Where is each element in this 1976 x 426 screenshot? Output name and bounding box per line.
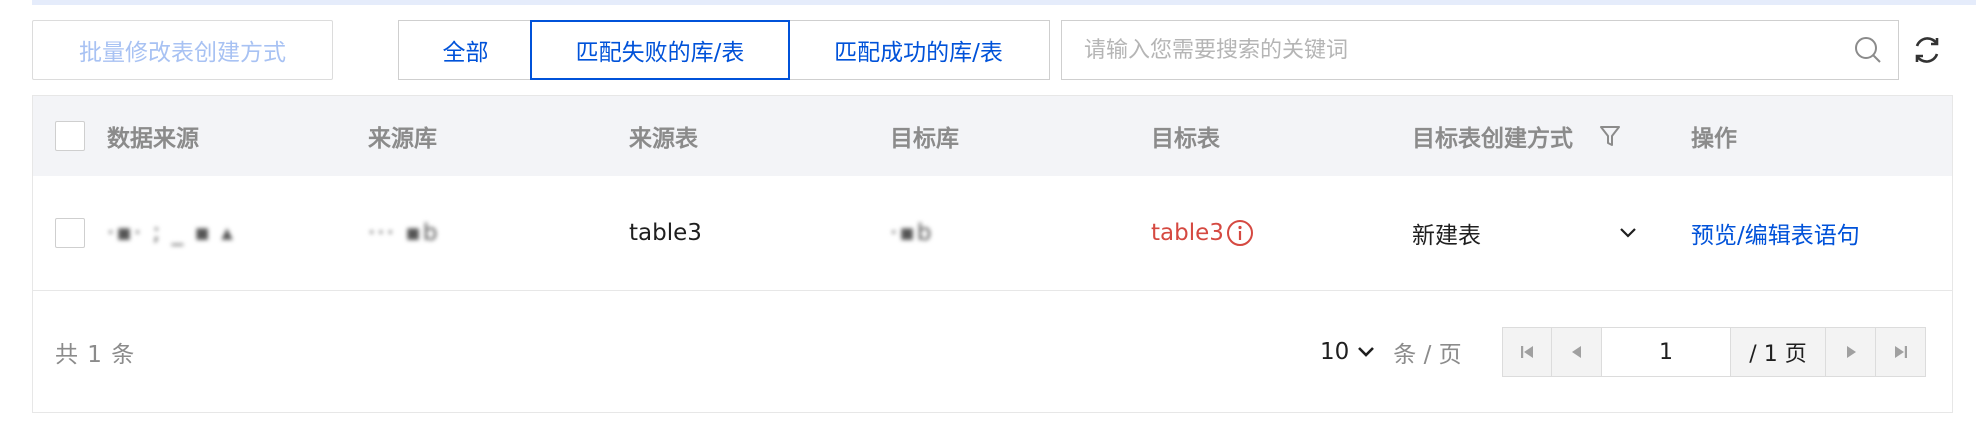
cell-source-db: ··· ▪b — [368, 176, 439, 290]
cell-source: ·▪· ; _ ▪ ▴ — [107, 176, 235, 290]
column-header-source-db: 来源库 — [368, 126, 437, 152]
total-count: 共 1 条 — [55, 341, 136, 368]
column-header-create-mode-label: 目标表创建方式 — [1412, 126, 1573, 152]
target-db-value: ·▪b — [890, 220, 934, 246]
pagination-bar: 共 1 条 10 条 / 页 1 / 1 页 — [33, 291, 1952, 412]
pager: 1 / 1 页 — [1502, 327, 1926, 377]
next-page-button[interactable] — [1826, 327, 1876, 377]
column-header-source: 数据来源 — [107, 126, 199, 152]
cell-target-db: ·▪b — [890, 176, 934, 290]
prev-page-button[interactable] — [1552, 327, 1602, 377]
page-size-unit: 条 / 页 — [1393, 341, 1462, 368]
batch-edit-create-mode-button[interactable]: 批量修改表创建方式 — [32, 20, 333, 80]
select-all-checkbox[interactable] — [55, 121, 85, 151]
source-value: ·▪· ; _ ▪ ▴ — [107, 220, 235, 246]
row-checkbox[interactable] — [55, 218, 85, 248]
page-size-value: 10 — [1320, 338, 1350, 365]
column-header-source-table: 来源表 — [629, 126, 698, 152]
chevron-down-icon — [1618, 226, 1638, 240]
cell-source-table: table3 — [629, 220, 702, 246]
search-icon[interactable] — [1838, 22, 1898, 78]
column-header-create-mode: 目标表创建方式 — [1412, 96, 1621, 176]
page-number-input[interactable]: 1 — [1602, 327, 1730, 377]
preview-edit-statement-link[interactable]: 预览/编辑表语句 — [1691, 176, 1860, 290]
filter-match-failed-button[interactable]: 匹配失败的库/表 — [530, 20, 790, 80]
top-accent-strip — [32, 0, 1976, 5]
search-input[interactable] — [1062, 22, 1838, 78]
filter-icon[interactable] — [1599, 124, 1621, 148]
filter-match-success-button[interactable]: 匹配成功的库/表 — [788, 20, 1050, 80]
prev-page-icon — [1571, 346, 1581, 358]
last-page-icon — [1894, 346, 1907, 358]
cell-target-table: table3 — [1151, 176, 1254, 290]
chevron-down-icon — [1357, 346, 1375, 358]
column-header-target-table: 目标表 — [1151, 126, 1220, 152]
search-box — [1061, 20, 1899, 80]
first-page-icon — [1521, 346, 1533, 358]
create-mode-value: 新建表 — [1412, 223, 1481, 249]
info-icon[interactable] — [1226, 219, 1254, 247]
source-db-value: ··· ▪b — [368, 220, 440, 246]
total-pages: / 1 页 — [1730, 327, 1826, 377]
column-header-target-db: 目标库 — [890, 126, 959, 152]
last-page-button[interactable] — [1876, 327, 1926, 377]
create-mode-select[interactable]: 新建表 — [1412, 176, 1662, 290]
table-row: ·▪· ; _ ▪ ▴ ··· ▪b table3 ·▪b table3 新建表 — [33, 176, 1952, 291]
column-header-action: 操作 — [1691, 126, 1737, 152]
mapping-table: 数据来源 来源库 来源表 目标库 目标表 目标表创建方式 操作 ·▪· ; _ … — [32, 95, 1953, 413]
refresh-icon[interactable] — [1905, 28, 1949, 72]
filter-all-button[interactable]: 全部 — [398, 20, 532, 80]
page-size-select[interactable]: 10 条 / 页 — [1320, 291, 1462, 412]
target-table-value: table3 — [1151, 220, 1224, 246]
first-page-button[interactable] — [1502, 327, 1552, 377]
table-header: 数据来源 来源库 来源表 目标库 目标表 目标表创建方式 操作 — [33, 96, 1952, 176]
next-page-icon — [1846, 346, 1856, 358]
